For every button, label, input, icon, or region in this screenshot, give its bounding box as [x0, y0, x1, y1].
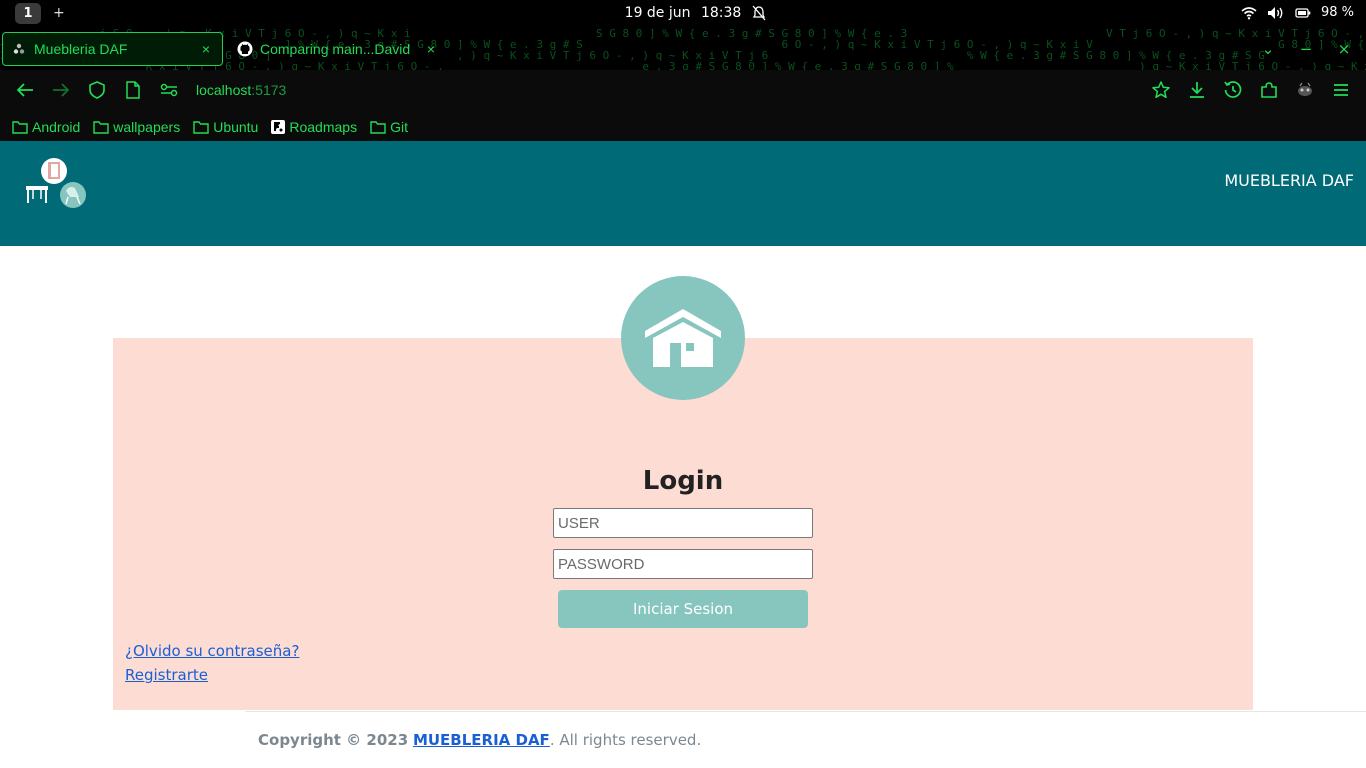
roadmaps-icon — [271, 119, 286, 134]
bookmark-label: Android — [32, 118, 81, 135]
footer: Copyright © 2023 MUEBLERIA DAF. All righ… — [258, 731, 701, 749]
window-controls: ⌄ − × — [1260, 40, 1352, 58]
os-clock[interactable]: 19 de jun 18:38 — [0, 5, 1366, 21]
menu-icon[interactable] — [1330, 79, 1352, 101]
house-badge — [621, 276, 745, 400]
os-time: 18:38 — [700, 5, 742, 21]
close-window-button[interactable]: × — [1336, 40, 1352, 58]
tab-label: Muebleria DAF — [34, 41, 128, 57]
tab-label: Comparing main...David — [260, 41, 411, 57]
battery-icon — [1295, 7, 1311, 18]
bookmarks-bar: Android wallpapers Ubuntu Roadmaps Git — [0, 112, 1366, 141]
bookmark-git[interactable]: Git — [370, 119, 408, 135]
register-link[interactable]: Registrarte — [125, 666, 208, 684]
tab-close-button[interactable]: × — [198, 41, 214, 57]
bookmark-label: Git — [390, 118, 408, 135]
forgot-password-link[interactable]: ¿Olvido su contraseña? — [125, 642, 299, 660]
tab-close-button[interactable]: × — [423, 41, 439, 57]
folder-icon — [93, 120, 109, 134]
copyright-text: Copyright © 2023 — [258, 731, 409, 749]
tab-github-compare[interactable]: Comparing main...David × — [233, 32, 443, 66]
tab-muebleria-daf[interactable]: Muebleria DAF × — [2, 32, 223, 66]
login-title: Login — [642, 466, 724, 496]
folder-icon — [12, 120, 28, 134]
footer-divider — [245, 711, 1366, 712]
wifi-icon — [1241, 6, 1257, 19]
system-tray[interactable]: 98 % — [1241, 5, 1354, 20]
bookmark-label: Ubuntu — [213, 118, 259, 135]
page-icon[interactable] — [122, 79, 144, 101]
folder-icon — [193, 120, 209, 134]
bookmark-roadmaps[interactable]: Roadmaps — [271, 119, 357, 135]
tab-list-button[interactable]: ⌄ — [1260, 40, 1276, 58]
site-header: MUEBLERIA DAF — [0, 141, 1366, 246]
browser-tab-bar: j 6 O - , ) q ~ K x i V T j 6 O - , ) q … — [0, 28, 1366, 70]
password-input[interactable] — [553, 549, 813, 579]
url-port: :5173 — [251, 82, 287, 98]
favicon-dots-icon — [11, 41, 27, 57]
battery-percentage: 98 % — [1320, 5, 1354, 20]
folder-icon — [370, 120, 386, 134]
shield-icon[interactable] — [86, 79, 108, 101]
bookmark-wallpapers[interactable]: wallpapers — [93, 119, 180, 135]
bookmark-android[interactable]: Android — [12, 119, 80, 135]
house-icon — [645, 309, 721, 367]
brand-title[interactable]: MUEBLERIA DAF — [1224, 171, 1354, 190]
volume-icon — [1267, 6, 1283, 19]
extension-puzzle-icon[interactable] — [1294, 79, 1316, 101]
url-host: localhost — [196, 82, 252, 98]
furniture-logo-icon[interactable] — [24, 157, 90, 213]
footer-rights-text: . All rights reserved. — [549, 731, 702, 749]
site-permissions-icon[interactable] — [158, 79, 180, 101]
github-icon — [237, 41, 253, 57]
bookmark-label: wallpapers — [113, 118, 181, 135]
back-arrow-icon[interactable] — [14, 79, 36, 101]
bookmark-ubuntu[interactable]: Ubuntu — [193, 119, 258, 135]
login-button[interactable]: Iniciar Sesion — [558, 590, 808, 628]
notifications-off-icon[interactable] — [752, 5, 766, 21]
os-top-bar: 1 + 19 de jun 18:38 98 % — [0, 0, 1366, 28]
downloads-icon[interactable] — [1186, 79, 1208, 101]
username-input[interactable] — [553, 508, 813, 538]
forward-arrow-icon[interactable] — [50, 79, 72, 101]
url-bar[interactable]: localhost:5173 — [196, 82, 286, 98]
history-icon[interactable] — [1222, 79, 1244, 101]
browser-nav-bar: localhost:5173 — [0, 70, 1366, 112]
minimize-button[interactable]: − — [1298, 40, 1314, 58]
extensions-icon[interactable] — [1258, 79, 1280, 101]
bookmark-star-icon[interactable] — [1150, 79, 1172, 101]
bookmark-label: Roadmaps — [289, 118, 358, 135]
os-date: 19 de jun — [624, 5, 691, 21]
footer-brand-link[interactable]: MUEBLERIA DAF — [413, 731, 550, 749]
